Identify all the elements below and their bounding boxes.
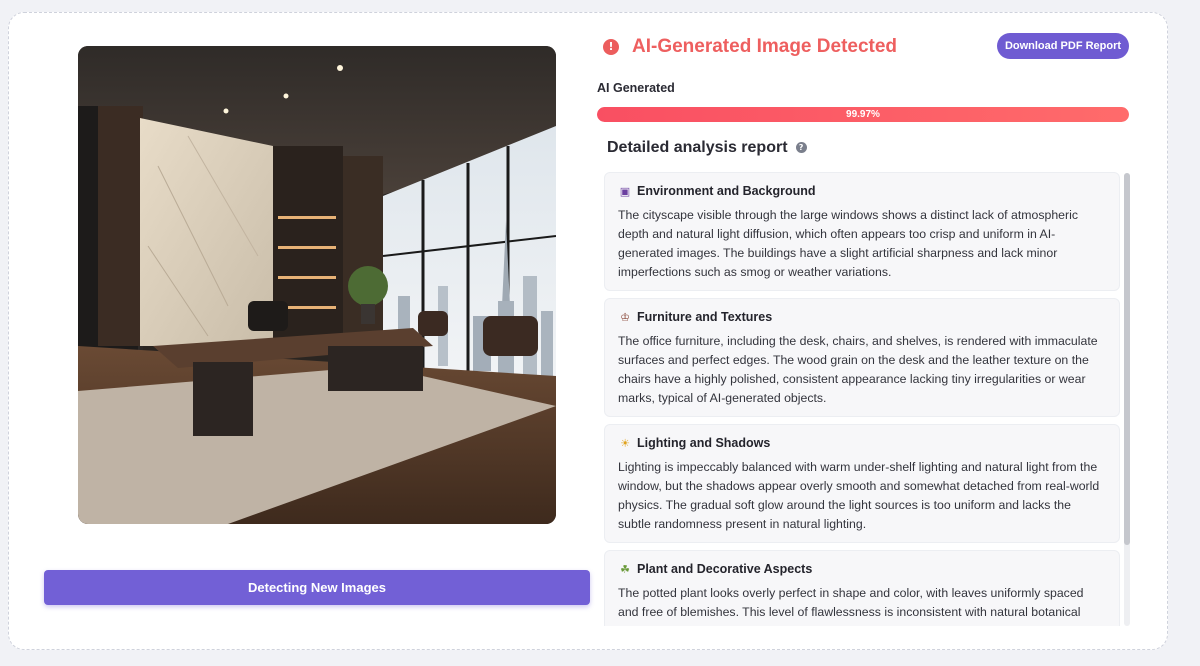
report-item: ☀ Lighting and Shadows Lighting is impecca… [604, 424, 1120, 543]
plant-icon: ☘ [620, 563, 630, 576]
analysis-report-list[interactable]: ▣ Environment and Background The cityscape… [604, 172, 1120, 626]
confidence-bar: 99.97% [597, 107, 1129, 122]
lightbulb-icon: ☀ [620, 437, 630, 450]
report-title: Detailed analysis report [607, 139, 788, 156]
report-item-title: ▣ Environment and Background [618, 182, 1107, 201]
ai-generated-label: AI Generated [597, 81, 675, 95]
download-pdf-report-button[interactable]: Download PDF Report [997, 33, 1129, 59]
report-item-title: ☘ Plant and Decorative Aspects [618, 560, 1107, 579]
report-item-body: The office furniture, including the desk… [618, 334, 1098, 405]
result-title: AI-Generated Image Detected [632, 36, 898, 57]
cityscape-icon: ▣ [619, 185, 631, 198]
exclamation-circle-icon: ! [603, 39, 619, 55]
report-scrollbar[interactable] [1124, 173, 1130, 626]
confidence-value: 99.97% [846, 109, 880, 120]
report-header: Detailed analysis report? [607, 136, 907, 160]
report-scroll-thumb[interactable] [1124, 173, 1130, 545]
chair-icon: ♔ [620, 311, 630, 324]
report-item-heading: Plant and Decorative Aspects [637, 562, 813, 576]
detect-new-images-button[interactable]: Detecting New Images [44, 570, 590, 605]
report-item-body: The cityscape visible through the large … [618, 208, 1078, 279]
report-item-heading: Environment and Background [637, 184, 816, 198]
report-item: ▣ Environment and Background The cityscape… [604, 172, 1120, 291]
office-interior-image [78, 46, 556, 524]
question-circle-icon[interactable]: ? [795, 142, 807, 153]
report-item: ☘ Plant and Decorative Aspects The potted … [604, 550, 1120, 626]
report-item-body: The potted plant looks overly perfect in… [618, 586, 1084, 626]
report-item-heading: Furniture and Textures [637, 310, 773, 324]
analyzed-image [78, 46, 556, 524]
report-item-title: ☀ Lighting and Shadows [618, 434, 1107, 453]
report-item-body: Lighting is impeccably balanced with war… [618, 460, 1100, 531]
report-item: ♔ Furniture and Textures The office furnit… [604, 298, 1120, 417]
report-item-heading: Lighting and Shadows [637, 436, 771, 450]
report-item-title: ♔ Furniture and Textures [618, 308, 1107, 327]
